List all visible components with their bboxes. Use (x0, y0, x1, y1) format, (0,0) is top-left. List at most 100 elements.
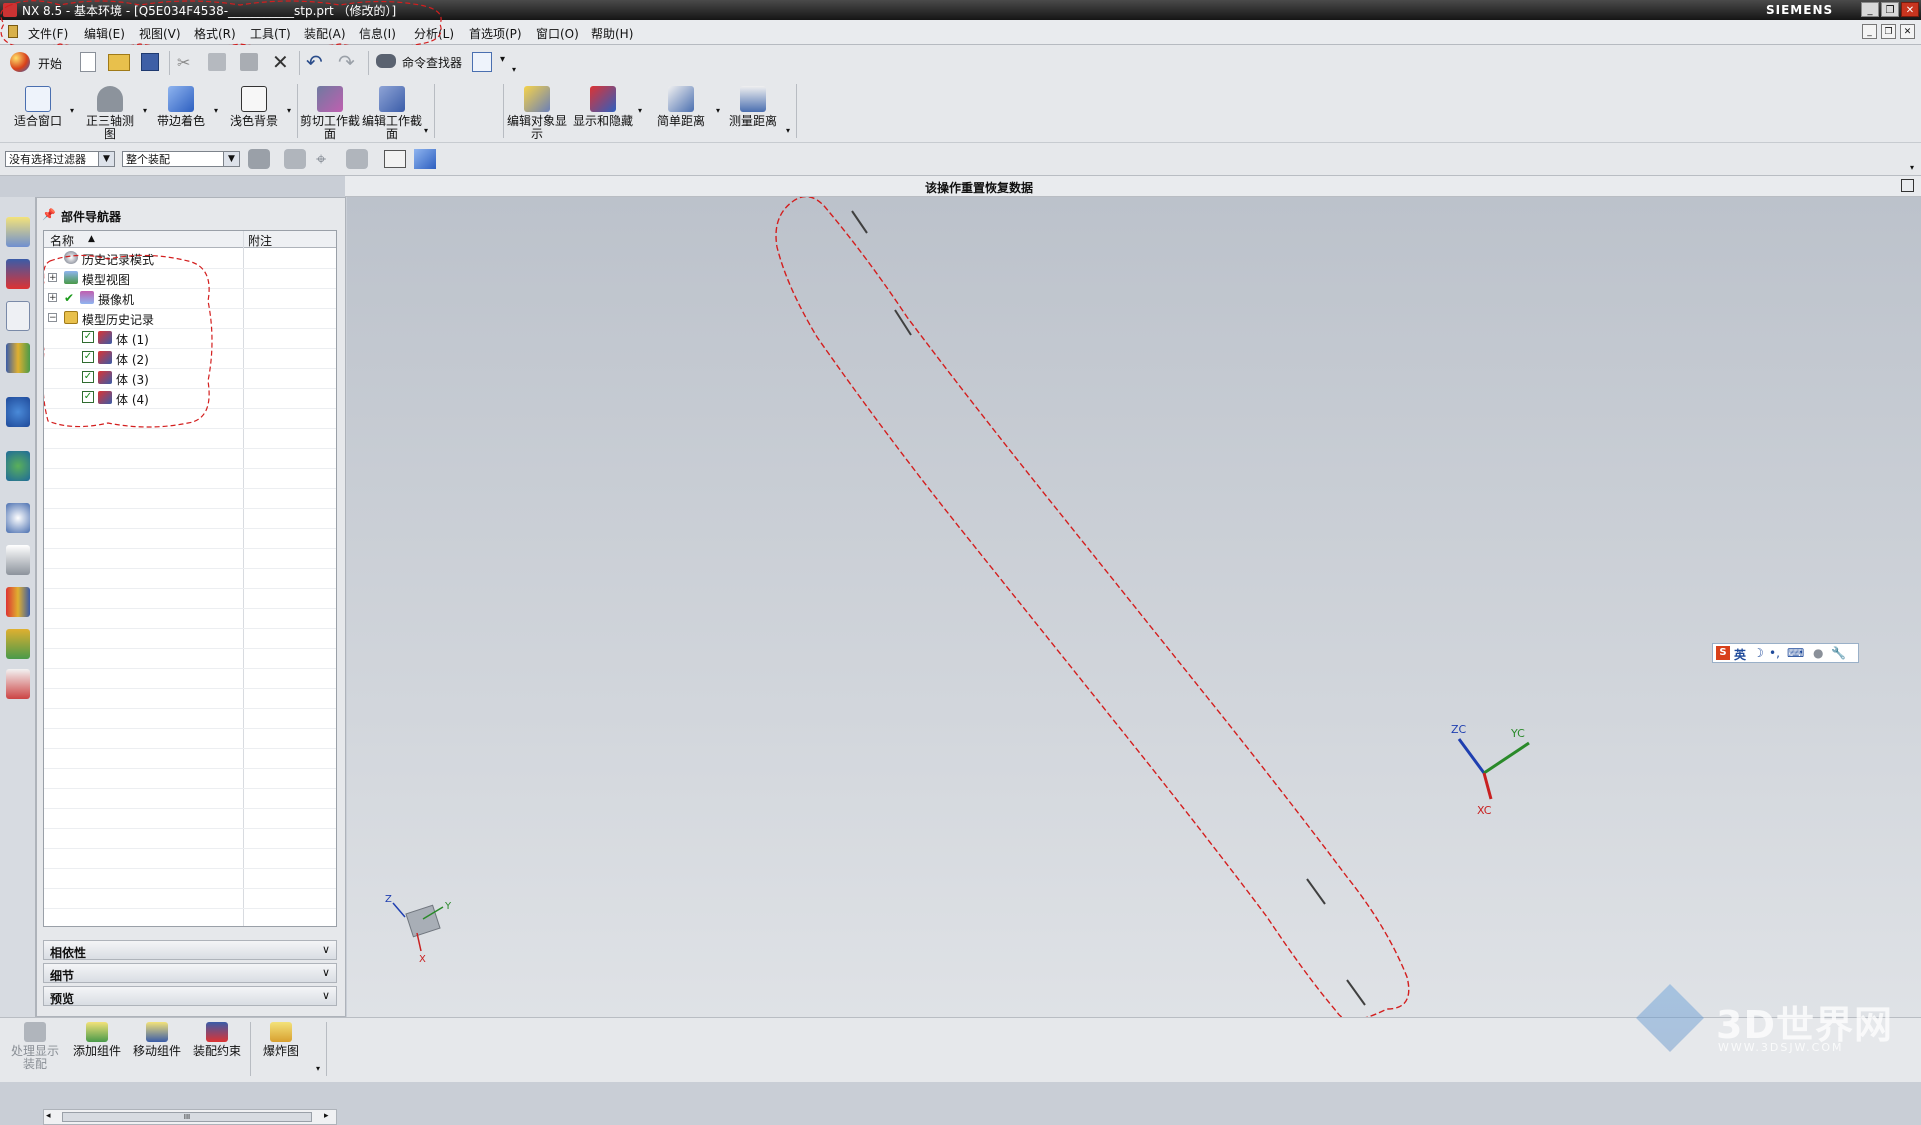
constraint-navigator-tab-icon[interactable] (6, 259, 30, 289)
simple-distance-button[interactable]: 简单距离 (648, 86, 714, 128)
shaded-cube-icon[interactable] (414, 149, 436, 169)
scroll-right-icon[interactable]: ▸ (324, 1111, 329, 1121)
history-clock-tab-icon[interactable] (6, 503, 30, 533)
measure-distance-label: 测量距离 (728, 114, 777, 128)
internet-explorer-tab-icon[interactable] (6, 397, 30, 427)
visualization-tab-icon[interactable] (6, 587, 30, 617)
cut-icon[interactable]: ✂ (177, 53, 199, 75)
toolbar-options-icon[interactable]: ▾ (1910, 163, 1914, 172)
measure-distance-button[interactable]: 测量距离 (720, 86, 786, 128)
doc-restore-button[interactable]: ❐ (1881, 24, 1896, 39)
doc-minimize-button[interactable]: _ (1862, 24, 1877, 39)
ime-toolbar[interactable]: S 英 ☽ •, ⌨ ● 🔧 (1712, 643, 1859, 663)
wrench-icon[interactable]: 🔧 (1831, 646, 1846, 660)
shaded-with-edges-button[interactable]: 带边着色 (152, 86, 210, 128)
status-line: 该操作重置恢复数据 (345, 176, 1921, 197)
column-name[interactable]: 名称 (50, 232, 74, 249)
chevron-down-icon[interactable]: ∨ (319, 989, 333, 1003)
scroll-left-icon[interactable]: ◂ (46, 1111, 51, 1121)
system-visualization-tab-icon[interactable] (6, 669, 30, 699)
status-message: 该操作重置恢复数据 (925, 181, 1034, 195)
paste-icon[interactable] (240, 53, 258, 71)
zc-axis (1457, 738, 1486, 774)
web-browser-tab-icon[interactable] (6, 451, 30, 481)
start-icon (10, 52, 30, 72)
section-details[interactable]: 细节 ∨ (43, 963, 337, 983)
part-navigator-tab-icon[interactable] (6, 301, 30, 331)
new-file-icon[interactable] (80, 52, 96, 72)
select-feature-icon[interactable] (284, 149, 306, 169)
edit-section-button[interactable]: 编辑工作截面 (362, 86, 422, 141)
fullscreen-icon[interactable] (1901, 179, 1914, 192)
section-preview[interactable]: 预览 ∨ (43, 986, 337, 1006)
edit-object-display-button[interactable]: 编辑对象显示 (506, 86, 568, 141)
ime-language[interactable]: 英 (1734, 646, 1746, 663)
start-menu-button[interactable]: 开始 (10, 51, 72, 73)
assembly-constraints-button[interactable]: 装配约束 (188, 1022, 246, 1058)
scroll-thumb[interactable]: III (62, 1112, 312, 1122)
minimize-button[interactable]: _ (1861, 2, 1879, 17)
section-dependencies[interactable]: 相依性 ∨ (43, 940, 337, 960)
menu-window[interactable]: 窗口(O) (536, 25, 579, 42)
selection-filter-dropdown[interactable]: 没有选择过滤器 ▼ (5, 151, 115, 167)
chevron-down-icon[interactable]: ▾ (287, 106, 291, 115)
move-component-button[interactable]: 移动组件 (128, 1022, 186, 1058)
doc-close-button[interactable]: ✕ (1900, 24, 1915, 39)
fit-window-button[interactable]: 适合窗口 (10, 86, 66, 128)
close-button[interactable]: ✕ (1901, 2, 1919, 17)
redo-icon[interactable]: ↷ (338, 50, 360, 74)
command-finder-button[interactable]: 命令查找器 (376, 52, 472, 72)
yc-axis (1483, 741, 1530, 775)
roles-tab-icon[interactable] (6, 629, 30, 659)
chevron-down-icon[interactable]: ▾ (70, 106, 74, 115)
save-icon[interactable] (141, 53, 159, 71)
chevron-down-icon[interactable]: ∨ (319, 966, 333, 980)
exploded-views-button[interactable]: 爆炸图 (256, 1022, 306, 1058)
process-studio-tab-icon[interactable] (6, 545, 30, 575)
trimetric-button[interactable]: 正三轴测图 (82, 86, 138, 141)
horizontal-scrollbar[interactable]: ◂ III ▸ (43, 1109, 337, 1125)
chevron-down-icon[interactable]: ▾ (214, 106, 218, 115)
show-hide-button[interactable]: 显示和隐藏 (572, 86, 634, 128)
selection-scope-dropdown[interactable]: 整个装配 ▼ (122, 151, 240, 167)
model-canvas: ZC YC XC Z Y X (385, 197, 1530, 1017)
snap-point-icon[interactable]: ⌖ (316, 149, 338, 171)
filter-settings-icon[interactable] (248, 149, 270, 169)
menu-preferences[interactable]: 首选项(P) (469, 25, 522, 42)
graphics-window[interactable]: ZC YC XC Z Y X (347, 197, 1921, 1017)
reuse-library-tab-icon[interactable] (6, 343, 30, 373)
wireframe-cube-icon[interactable] (384, 150, 406, 168)
column-note[interactable]: 附注 (248, 232, 272, 249)
user-icon[interactable]: ● (1813, 646, 1823, 660)
open-folder-icon[interactable] (108, 54, 130, 71)
chevron-down-icon[interactable]: ▾ (500, 54, 505, 65)
toolbar-options-icon[interactable]: ▾ (512, 65, 516, 74)
chevron-down-icon[interactable]: ▾ (424, 126, 428, 135)
keyboard-icon[interactable]: ⌨ (1787, 646, 1804, 660)
display-assembly-button[interactable]: 处理显示装配 (8, 1022, 62, 1071)
assembly-navigator-tab-icon[interactable] (6, 217, 30, 247)
light-background-button[interactable]: 浅色背景 (226, 86, 282, 128)
watermark-url: WWW.3DSJW.COM (1718, 1041, 1844, 1054)
menu-help[interactable]: 帮助(H) (591, 25, 633, 42)
delete-icon[interactable]: ✕ (272, 50, 294, 74)
moon-icon[interactable]: ☽ (1753, 646, 1764, 660)
undo-icon[interactable]: ↶ (306, 50, 328, 74)
chevron-down-icon[interactable]: ∨ (319, 943, 333, 957)
chevron-down-icon[interactable]: ▾ (786, 126, 790, 135)
chevron-down-icon[interactable]: ▾ (316, 1064, 320, 1073)
add-component-button[interactable]: 添加组件 (68, 1022, 126, 1058)
light-background-label: 浅色背景 (229, 114, 278, 128)
select-face-icon[interactable] (346, 149, 368, 169)
copy-icon[interactable] (208, 53, 226, 71)
punctuation-icon[interactable]: •, (1769, 646, 1780, 660)
fit-view-icon[interactable] (472, 52, 492, 72)
restore-button[interactable]: ❐ (1881, 2, 1899, 17)
chevron-down-icon[interactable]: ▾ (638, 106, 642, 115)
edit-section-icon (379, 86, 405, 112)
navigator-title: 部件导航器 (61, 210, 122, 224)
pin-icon[interactable]: 📌 (42, 208, 56, 221)
chevron-down-icon[interactable]: ▾ (143, 106, 147, 115)
standard-toolbar: 开始 ✂ ✕ ↶ ↷ 命令查找器 ▾ ▾ (0, 45, 1921, 81)
clip-section-button[interactable]: 剪切工作截面 (300, 86, 360, 141)
